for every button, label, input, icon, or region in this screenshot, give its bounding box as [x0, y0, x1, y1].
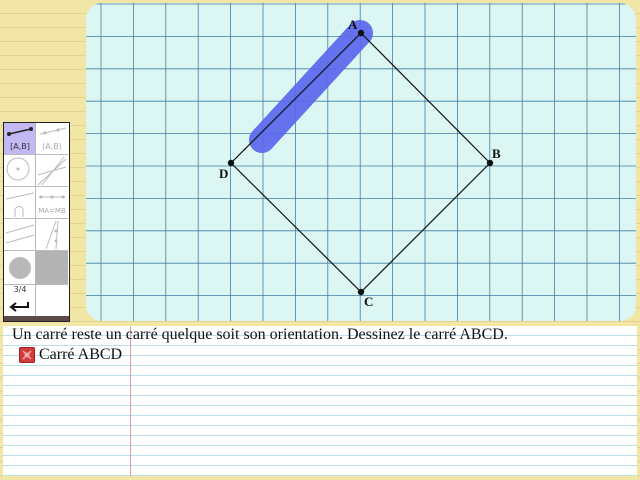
midpoint-tool[interactable]: MA=MB	[36, 187, 68, 219]
compass-icon	[45, 220, 59, 250]
label-c: C	[364, 294, 373, 309]
label-d: D	[219, 166, 228, 181]
compass-tool[interactable]	[36, 219, 68, 251]
circle-tool[interactable]	[4, 155, 36, 187]
segment-tool-label: [A,B]	[10, 142, 30, 151]
parallel-lines-icon	[5, 224, 35, 244]
point-d[interactable]	[227, 159, 235, 167]
segment-tool[interactable]: [A,B]	[4, 123, 36, 155]
grid-and-figure: A B C D	[86, 3, 636, 321]
task-item[interactable]: Carré ABCD	[19, 345, 122, 365]
toolbar-footer-bar	[4, 316, 69, 321]
margin-line	[130, 326, 131, 476]
point-a[interactable]	[357, 29, 365, 37]
circle-icon	[6, 157, 30, 181]
ray-tool-label: (A,B)	[42, 142, 62, 151]
lines-tool[interactable]	[36, 155, 68, 187]
task-label: Carré ABCD	[39, 346, 123, 363]
label-a: A	[348, 17, 358, 32]
instruction-text: Un carré reste un carré quelque soit son…	[12, 326, 508, 343]
color-swatch[interactable]	[36, 251, 68, 285]
drawing-canvas[interactable]: A B C D	[86, 3, 636, 321]
red-status-icon	[19, 347, 35, 363]
empty-tool-slot	[36, 285, 68, 317]
perpendicular-tool[interactable]	[4, 187, 36, 219]
notebook-panel: Un carré reste un carré quelque soit son…	[3, 326, 637, 476]
intersecting-lines-icon	[37, 156, 67, 186]
perpendicular-icon	[5, 192, 35, 217]
label-b: B	[492, 146, 501, 161]
gray-disc-icon	[9, 257, 31, 279]
undo-tool[interactable]: 3/4	[4, 285, 36, 317]
parallel-tool[interactable]	[4, 219, 36, 251]
tool-palette: [A,B] (A,B) MA=MB 3/4	[3, 122, 70, 322]
ray-tool[interactable]: (A,B)	[36, 123, 68, 155]
undo-arrow-icon	[9, 302, 29, 312]
midpoint-tool-label: MA=MB	[38, 207, 66, 215]
fill-tool[interactable]	[4, 251, 36, 285]
